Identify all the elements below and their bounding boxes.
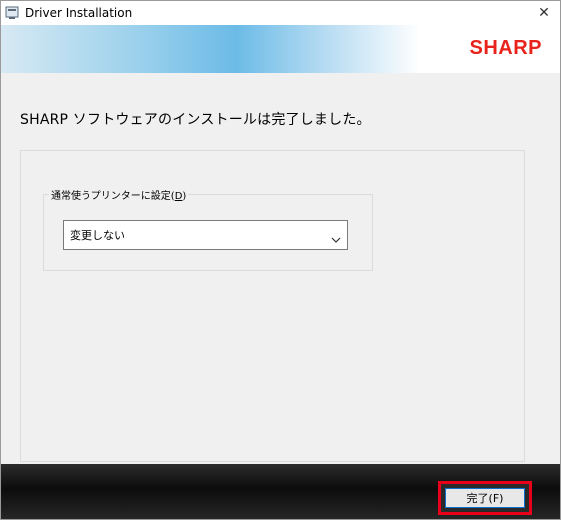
close-icon: ✕ bbox=[538, 5, 550, 21]
finish-button[interactable]: 完了(F) bbox=[445, 488, 525, 508]
chevron-down-icon bbox=[331, 230, 341, 243]
header-banner: SHARP bbox=[1, 25, 560, 73]
default-printer-group: 通常使うプリンターに設定(D) 変更しない bbox=[43, 187, 373, 271]
window-title: Driver Installation bbox=[25, 6, 133, 20]
title-bar: Driver Installation ✕ bbox=[1, 1, 560, 25]
default-printer-label: 通常使うプリンターに設定(D) bbox=[49, 187, 189, 202]
options-panel: 通常使うプリンターに設定(D) 変更しない bbox=[20, 150, 525, 462]
default-printer-value: 変更しない bbox=[70, 229, 125, 242]
installer-icon bbox=[5, 6, 19, 20]
installer-window: Driver Installation ✕ SHARP SHARP ソフトウェア… bbox=[0, 0, 561, 520]
finish-button-highlight: 完了(F) bbox=[438, 481, 532, 515]
default-printer-select[interactable]: 変更しない bbox=[63, 220, 348, 250]
sharp-logo: SHARP bbox=[469, 37, 542, 59]
completion-message: SHARP ソフトウェアのインストールは完了しました。 bbox=[20, 112, 371, 128]
close-button[interactable]: ✕ bbox=[528, 1, 560, 25]
